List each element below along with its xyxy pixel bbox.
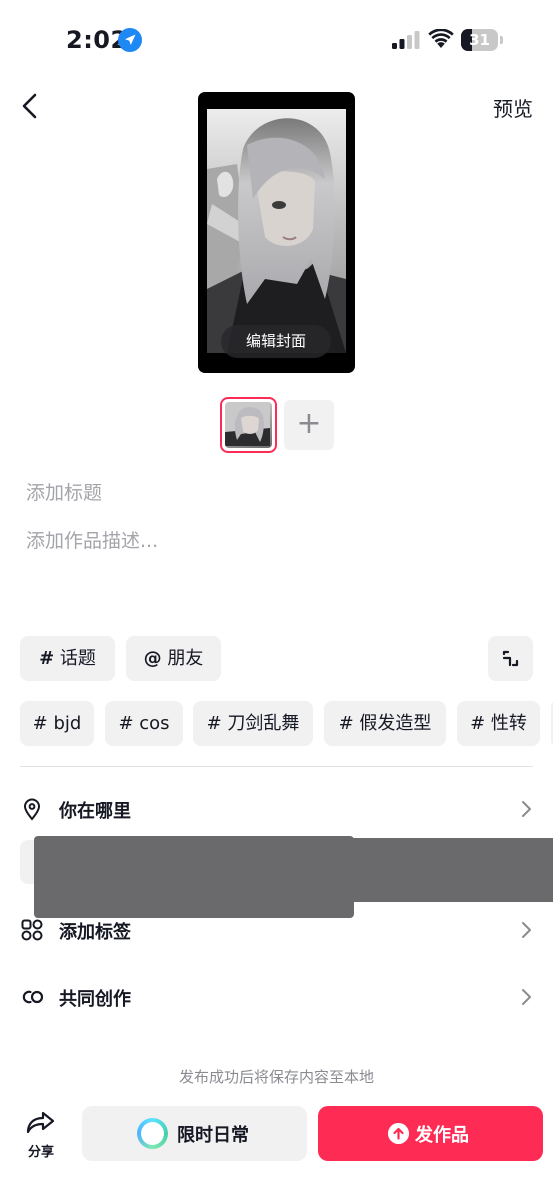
chevron-right-icon	[522, 922, 531, 938]
co-create-row[interactable]: 共同创作	[0, 977, 553, 1017]
upload-arrow-icon	[388, 1123, 409, 1144]
description-input[interactable]: 添加作品描述...	[26, 526, 526, 556]
chevron-left-icon	[22, 93, 37, 119]
co-create-label: 共同创作	[59, 989, 131, 1010]
tag-grid-icon	[21, 919, 43, 941]
redacted-block	[338, 838, 553, 902]
tag-label: 性转	[490, 713, 527, 734]
daily-ring-icon	[137, 1118, 168, 1149]
suggested-tag-chip[interactable]: # 性转	[457, 701, 540, 746]
location-arrow-icon	[118, 28, 142, 52]
selected-thumbnail[interactable]	[220, 397, 277, 453]
daily-label: 限时日常	[177, 1125, 249, 1146]
expand-icon	[502, 650, 519, 667]
at-icon: @	[143, 648, 162, 669]
add-tag-row[interactable]: 添加标签	[0, 910, 553, 950]
share-arrow-icon	[26, 1111, 55, 1134]
topic-button[interactable]: # 话题	[20, 636, 115, 681]
hash-icon: #	[206, 713, 222, 734]
tag-label: 刀剑乱舞	[227, 713, 300, 734]
cellular-signal-icon	[392, 31, 420, 49]
hash-icon: #	[470, 713, 486, 734]
suggested-tag-chip[interactable]: # 刀剑乱舞	[193, 701, 313, 746]
edit-cover-button[interactable]: 编辑封面	[221, 325, 331, 358]
location-label: 你在哪里	[59, 801, 131, 822]
plus-icon: +	[296, 406, 322, 441]
redacted-block	[34, 836, 354, 918]
publish-label: 发作品	[415, 1125, 469, 1146]
title-input[interactable]: 添加标题	[26, 478, 526, 508]
mention-friend-button[interactable]: @ 朋友	[126, 636, 221, 681]
tag-label: bjd	[53, 713, 82, 734]
add-image-button[interactable]: +	[284, 400, 334, 450]
chevron-right-icon	[522, 989, 531, 1005]
topic-label: 话题	[59, 648, 96, 669]
co-create-icon	[22, 990, 44, 1004]
hash-icon: #	[39, 648, 55, 669]
friend-label: 朋友	[167, 648, 204, 669]
publish-button[interactable]: 发作品	[318, 1106, 543, 1161]
back-button[interactable]	[14, 88, 50, 124]
battery-icon: 31	[461, 29, 503, 51]
share-label: 分享	[27, 1145, 54, 1160]
hash-icon: #	[118, 713, 134, 734]
location-pin-icon	[23, 798, 41, 821]
suggested-tag-chip[interactable]: # 假发造型	[324, 701, 446, 746]
add-tag-label: 添加标签	[59, 922, 131, 943]
save-notice: 发布成功后将保存内容至本地	[178, 1068, 374, 1086]
share-button[interactable]: 分享	[20, 1108, 62, 1160]
preview-button[interactable]: 预览	[493, 93, 533, 122]
cover-photo	[207, 109, 346, 353]
expand-button[interactable]	[488, 636, 533, 681]
chevron-right-icon	[522, 801, 531, 817]
status-bar: 2:02 31	[0, 0, 553, 80]
tag-label: 假发造型	[359, 713, 432, 734]
battery-level: 31	[469, 31, 490, 49]
wifi-icon	[428, 29, 454, 48]
limited-daily-button[interactable]: 限时日常	[82, 1106, 307, 1161]
hash-icon: #	[338, 713, 354, 734]
location-row[interactable]: 你在哪里	[0, 789, 553, 829]
tag-label: cos	[139, 713, 170, 734]
hash-icon: #	[32, 713, 48, 734]
divider	[20, 766, 533, 767]
suggested-tag-chip[interactable]: # bjd	[20, 701, 94, 746]
suggested-tag-chip[interactable]: # cos	[105, 701, 183, 746]
